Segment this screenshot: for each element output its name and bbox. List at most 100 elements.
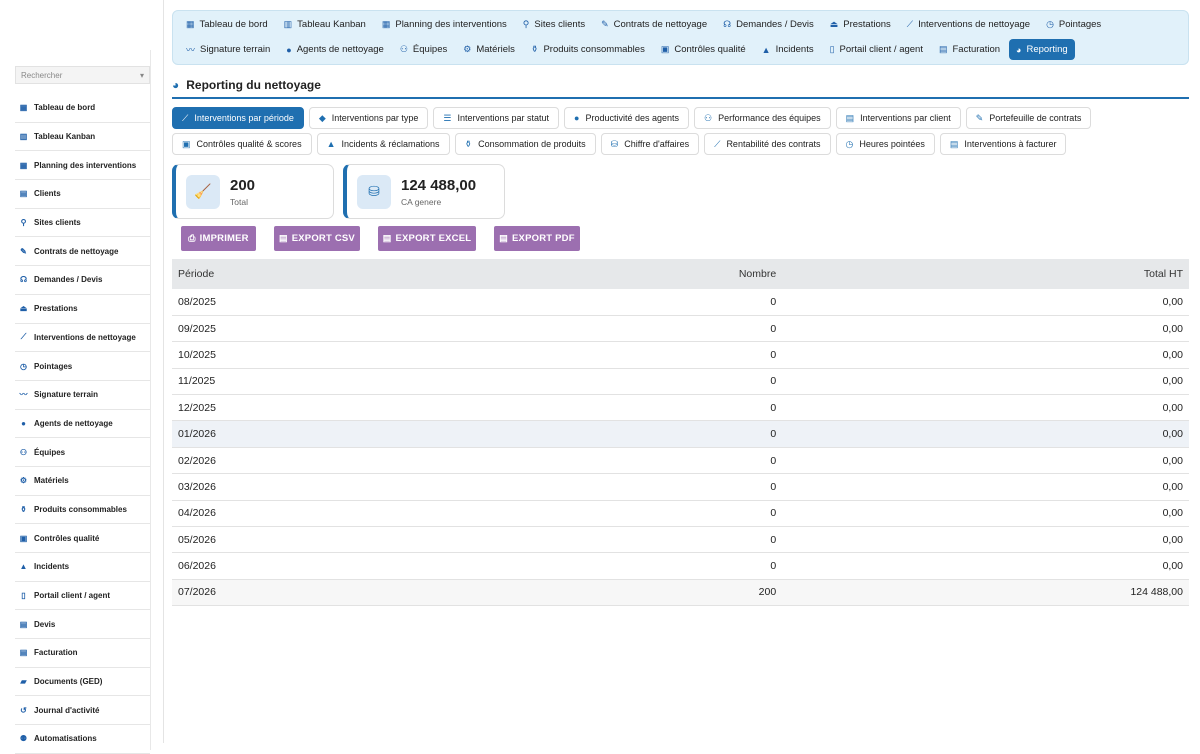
- sidebar-item-label: Produits consommables: [34, 504, 127, 514]
- kpi-value: 124 488,00: [401, 176, 477, 194]
- tab-chiffre-d-affaires[interactable]: ⛁ Chiffre d'affaires: [600, 133, 700, 155]
- sidebar-item-sites-clients[interactable]: ⚲ Sites clients: [15, 209, 150, 238]
- export-excel-button[interactable]: ▤ EXPORT EXCEL: [378, 226, 476, 251]
- printer-icon: ⎙: [188, 233, 196, 243]
- nav-item-tableau-kanban[interactable]: ▥ Tableau Kanban: [277, 14, 373, 35]
- sidebar-item-produits-consommables[interactable]: ⚱ Produits consommables: [15, 496, 150, 525]
- sidebar-item-devis[interactable]: ▤ Devis: [15, 610, 150, 640]
- nav-item-label: Reporting: [1026, 44, 1068, 55]
- tab-incidents-reclamations[interactable]: ▲ Incidents & réclamations: [316, 133, 450, 155]
- service-icon: ⏏: [19, 304, 28, 314]
- nav-item-planning-des-interventions[interactable]: ▦ Planning des interventions: [375, 14, 514, 35]
- export-pdf-button[interactable]: ▤ EXPORT PDF: [494, 226, 580, 251]
- nav-item-contrats-de-nettoyage[interactable]: ✎ Contrats de nettoyage: [594, 14, 714, 35]
- sidebar-item-portail-client-agent[interactable]: ▯ Portail client / agent: [15, 582, 150, 611]
- nav-item-pointages[interactable]: ◷ Pointages: [1039, 14, 1108, 35]
- sidebar-item-interventions-de-nettoyage[interactable]: ⟋ Interventions de nettoyage: [15, 324, 150, 353]
- table-row: 02/2026 0 0,00: [172, 447, 1189, 475]
- table-row: 05/2026 0 0,00: [172, 526, 1189, 554]
- user-icon: ●: [286, 44, 292, 55]
- nav-item-tableau-de-bord[interactable]: ▦ Tableau de bord: [179, 14, 275, 35]
- column-header-total: Total HT: [782, 259, 1189, 289]
- export-csv-button[interactable]: ▤ EXPORT CSV: [274, 226, 360, 251]
- nav-item-facturation[interactable]: ▤ Facturation: [932, 39, 1007, 60]
- tab-heures-pointees[interactable]: ◷ Heures pointées: [835, 133, 935, 155]
- tab-consommation-de-produits[interactable]: ⚱ Consommation de produits: [454, 133, 596, 155]
- tab-performance-des-equipes[interactable]: ⚇ Performance des équipes: [694, 107, 831, 129]
- nav-item-controles-qualite[interactable]: ▣ Contrôles qualité: [654, 39, 753, 60]
- nav-item-agents-de-nettoyage[interactable]: ● Agents de nettoyage: [279, 39, 391, 60]
- invoice-icon: ▤: [938, 44, 948, 54]
- sidebar-item-planning-des-interventions[interactable]: ▦ Planning des interventions: [15, 151, 150, 181]
- nav-item-signature-terrain[interactable]: 〰 Signature terrain: [179, 39, 277, 60]
- cell-total: 0,00: [782, 473, 1189, 501]
- tab-portefeuille-de-contrats[interactable]: ✎ Portefeuille de contrats: [965, 107, 1092, 129]
- tab-interventions-par-type[interactable]: ◆ Interventions par type: [308, 107, 429, 129]
- cell-count: 0: [629, 552, 783, 580]
- sidebar-item-incidents[interactable]: ▲ Incidents: [15, 553, 150, 582]
- nav-item-portail-client-agent[interactable]: ▯ Portail client / agent: [823, 39, 930, 60]
- kpi-card-total: 🧹 200 Total: [172, 164, 334, 219]
- pie-chart-icon: ◕: [172, 78, 180, 92]
- sidebar-item-signature-terrain[interactable]: 〰 Signature terrain: [15, 381, 150, 410]
- folder-icon: ▰: [20, 677, 27, 687]
- print-button[interactable]: ⎙ IMPRIMER: [181, 226, 256, 251]
- file-icon: ▤: [279, 233, 288, 243]
- table-row: 10/2025 0 0,00: [172, 341, 1189, 369]
- cell-period: 03/2026: [172, 473, 630, 501]
- broom-icon: ⟋: [906, 19, 914, 29]
- table-row: 06/2026 0 0,00: [172, 552, 1189, 580]
- sidebar-item-automatisations[interactable]: ⚉ Automatisations: [15, 725, 150, 754]
- sidebar-item-tableau-kanban[interactable]: ▥ Tableau Kanban: [15, 123, 150, 152]
- nav-item-interventions-de-nettoyage[interactable]: ⟋ Interventions de nettoyage: [900, 14, 1037, 35]
- list-icon: ☰: [443, 112, 452, 123]
- tab-controles-qualite-scores[interactable]: ▣ Contrôles qualité & scores: [172, 133, 312, 155]
- tab-interventions-par-client[interactable]: ▤ Interventions par client: [835, 107, 961, 129]
- sidebar-item-documents-ged[interactable]: ▰ Documents (GED): [15, 668, 150, 697]
- sidebar-item-prestations[interactable]: ⏏ Prestations: [15, 295, 150, 324]
- sidebar-item-contrats-de-nettoyage[interactable]: ✎ Contrats de nettoyage: [15, 237, 150, 267]
- cell-total: 0,00: [782, 394, 1189, 422]
- spray-icon: ⚱: [530, 44, 539, 54]
- sidebar-item-journal-d-activite[interactable]: ↺ Journal d'activité: [15, 696, 150, 726]
- nav-item-prestations[interactable]: ⏏ Prestations: [823, 14, 898, 35]
- cell-total: 0,00: [782, 447, 1189, 475]
- sidebar-item-materiels[interactable]: ⚙ Matériels: [15, 467, 150, 496]
- clipboard-check-icon: ▣: [182, 138, 191, 149]
- nav-item-produits-consommables[interactable]: ⚱ Produits consommables: [524, 39, 652, 60]
- cell-period: 07/2026: [172, 579, 630, 607]
- nav-item-label: Pointages: [1058, 19, 1102, 30]
- search-placeholder: Rechercher: [21, 70, 63, 80]
- users-icon: ⚇: [399, 44, 408, 54]
- clipboard-check-icon: ▣: [660, 44, 670, 54]
- cell-total: 0,00: [782, 315, 1189, 343]
- column-header-count: Nombre: [629, 259, 783, 289]
- sidebar-item-equipes[interactable]: ⚇ Équipes: [15, 438, 150, 467]
- tab-label: Chiffre d'affaires: [624, 139, 690, 149]
- cell-count: 0: [629, 368, 783, 396]
- nav-item-equipes[interactable]: ⚇ Équipes: [393, 39, 454, 60]
- search-input[interactable]: Rechercher ▾: [15, 66, 150, 84]
- nav-item-sites-clients[interactable]: ⚲ Sites clients: [516, 14, 592, 35]
- tab-productivite-des-agents[interactable]: ● Productivité des agents: [564, 107, 689, 129]
- sidebar-item-clients[interactable]: ▤ Clients: [15, 180, 150, 209]
- users-icon: ⚇: [704, 112, 713, 123]
- tab-interventions-par-periode[interactable]: ⟋ Interventions par période: [172, 107, 304, 129]
- nav-item-materiels[interactable]: ⚙ Matériels: [456, 39, 522, 60]
- sidebar-item-controles-qualite[interactable]: ▣ Contrôles qualité: [15, 524, 150, 553]
- sidebar-item-tableau-de-bord[interactable]: ▦ Tableau de bord: [15, 94, 150, 123]
- nav-item-incidents[interactable]: ▲ Incidents: [755, 39, 821, 60]
- nav-item-reporting[interactable]: ◕ Reporting: [1009, 39, 1075, 60]
- nav-item-demandes-devis[interactable]: ☊ Demandes / Devis: [716, 14, 821, 35]
- tab-interventions-a-facturer[interactable]: ▤ Interventions à facturer: [939, 133, 1067, 155]
- page-title: ◕ Reporting du nettoyage: [172, 78, 1189, 99]
- tab-rentabilite-des-contrats[interactable]: ⟋ Rentabilité des contrats: [704, 133, 831, 155]
- sidebar-item-demandes-devis[interactable]: ☊ Demandes / Devis: [15, 266, 150, 295]
- tab-interventions-par-statut[interactable]: ☰ Interventions par statut: [433, 107, 559, 129]
- sidebar-item-facturation[interactable]: ▤ Facturation: [15, 639, 150, 668]
- chevron-down-icon[interactable]: ▾: [140, 71, 144, 80]
- sidebar-item-pointages[interactable]: ◷ Pointages: [15, 352, 150, 381]
- sidebar-item-agents-de-nettoyage[interactable]: ● Agents de nettoyage: [15, 410, 150, 439]
- tab-label: Productivité des agents: [585, 113, 679, 123]
- sidebar-item-label: Facturation: [34, 648, 78, 658]
